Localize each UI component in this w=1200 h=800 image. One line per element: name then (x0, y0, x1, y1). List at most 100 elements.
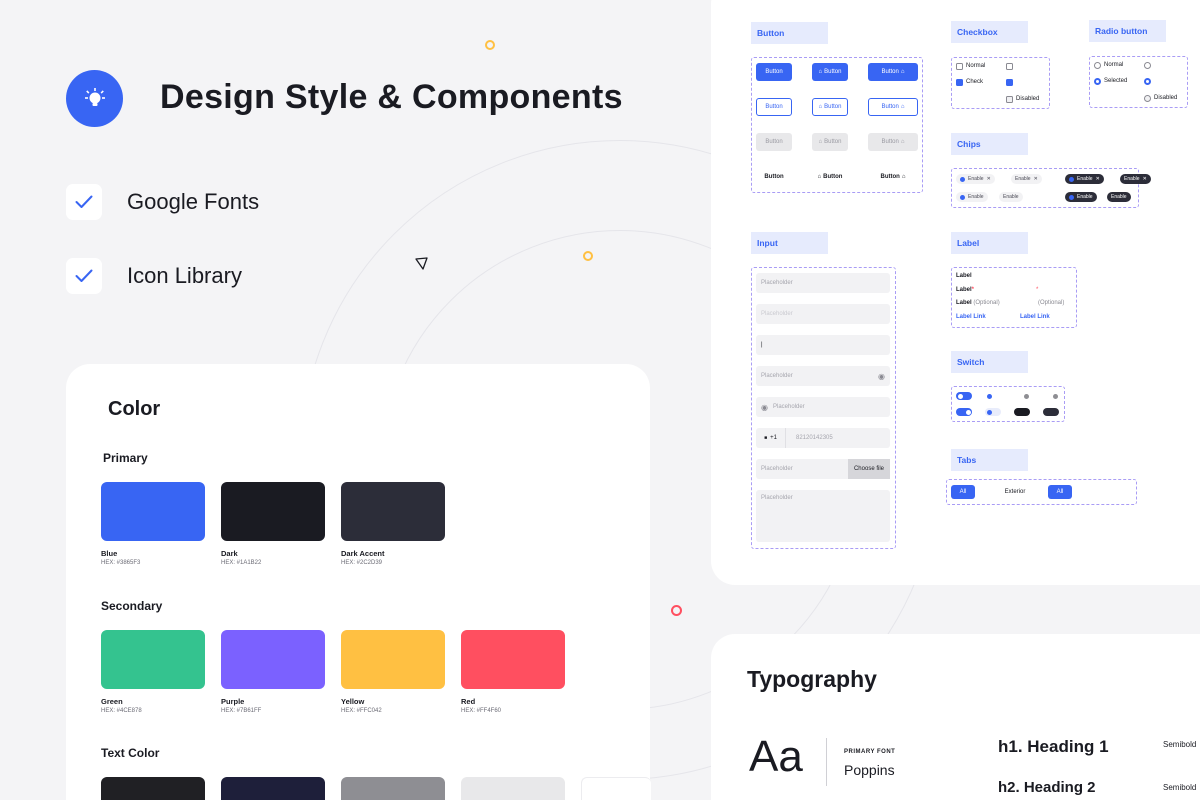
home-icon: ⌂ (900, 104, 905, 110)
button-filled-icon-left[interactable]: ⌂ Button (812, 63, 848, 81)
swatch-text-gray (341, 777, 445, 800)
checkbox-label: Disabled (1016, 96, 1040, 102)
chip-label: Enable (1003, 194, 1019, 200)
home-icon: ⌂ (900, 139, 905, 145)
section-tag-input: Input (751, 232, 828, 254)
chip-dark-dot-close[interactable]: Enable ✕ (1065, 174, 1104, 184)
button-outline[interactable]: Button (756, 98, 792, 116)
swatch-name: Yellow (341, 697, 365, 706)
swatch-hex: HEX: #3865F3 (101, 560, 141, 566)
input-icon-left[interactable]: ◉ Placeholder (756, 397, 890, 417)
tab-exterior[interactable]: Exterior (995, 485, 1035, 499)
check-icon (66, 184, 102, 220)
section-tag-radio: Radio button (1089, 20, 1166, 42)
label-link[interactable]: Label Link (956, 314, 986, 320)
chip-label: Enable (1077, 194, 1093, 200)
tab-all[interactable]: All (1048, 485, 1072, 499)
button-text[interactable]: Button (756, 168, 792, 186)
cursor-triangle-icon (415, 257, 428, 270)
switch-on-light[interactable] (985, 392, 1001, 400)
swatch-yellow (341, 630, 445, 689)
home-icon: ⌂ (817, 174, 822, 180)
switch-dark[interactable] (1043, 408, 1059, 416)
input-password[interactable]: Placeholder ◉ (756, 366, 890, 386)
radio-normal-nolabel[interactable] (1144, 62, 1151, 69)
switch-off-light[interactable] (1014, 392, 1030, 400)
radio-normal[interactable] (1094, 62, 1101, 69)
checkbox-checked-nolabel[interactable] (1006, 79, 1013, 86)
input-phone[interactable]: ■ +1 82120142305 (756, 428, 890, 448)
checkbox-checked[interactable] (956, 79, 963, 86)
heading-1-weight: Semibold (1163, 740, 1197, 749)
close-icon[interactable]: ✕ (1034, 176, 1038, 182)
label-text: Label (956, 287, 972, 293)
input-placeholder-text: Placeholder (761, 466, 793, 472)
button-text-icon-left[interactable]: ⌂ Button (812, 168, 848, 186)
input-placeholder[interactable]: Placeholder (756, 273, 890, 293)
button-outline-icon-right[interactable]: Button ⌂ (868, 98, 918, 116)
switch-on[interactable] (956, 408, 972, 416)
red-ring-decoration (671, 605, 682, 616)
chip-light-close[interactable]: Enable ✕ (1011, 174, 1042, 184)
close-icon[interactable]: ✕ (987, 176, 991, 182)
tab-all[interactable]: All (951, 485, 975, 499)
chip-dot-icon (960, 176, 965, 182)
button-disabled: Button (756, 133, 792, 151)
font-sample: Aa (749, 732, 803, 781)
switch-on-light[interactable] (985, 408, 1001, 416)
checkbox-label: Normal (966, 63, 986, 69)
swatch-name: Green (101, 697, 123, 706)
button-label: Button (824, 104, 842, 110)
radio-label: Selected (1104, 78, 1128, 84)
chip-label: Enable (1124, 176, 1140, 182)
radio-selected[interactable] (1094, 78, 1101, 85)
switch-off[interactable] (1043, 392, 1059, 400)
chip-light[interactable]: Enable (999, 192, 1023, 202)
button-label: Button (823, 174, 843, 180)
eye-icon[interactable]: ◉ (878, 372, 885, 381)
chip-dark-dot[interactable]: Enable (1065, 192, 1097, 202)
radio-selected-nolabel[interactable] (1144, 78, 1151, 85)
country-code-select[interactable]: ■ +1 (756, 428, 786, 448)
chip-light-dot[interactable]: Enable (956, 192, 988, 202)
chip-dark[interactable]: Enable (1107, 192, 1131, 202)
color-card: Color Primary Blue HEX: #3865F3 Dark HEX… (66, 364, 651, 800)
input-placeholder-text: Placeholder (772, 404, 805, 410)
checkbox-normal[interactable] (956, 63, 963, 70)
text-color-label: Text Color (101, 746, 160, 760)
swatch-hex: HEX: #4CE878 (101, 708, 142, 714)
label-link[interactable]: Label Link (1020, 314, 1050, 320)
input-focused[interactable]: | (756, 335, 890, 355)
typography-title: Typography (747, 666, 877, 692)
swatch-green (101, 630, 205, 689)
switch-on[interactable] (956, 392, 972, 400)
flag-icon: ■ (764, 435, 768, 441)
label-text: Label (956, 300, 972, 306)
button-filled[interactable]: Button (756, 63, 792, 81)
lightbulb-icon (84, 87, 105, 106)
button-filled-icon-right[interactable]: Button ⌂ (868, 63, 918, 81)
chip-dark-close[interactable]: Enable ✕ (1120, 174, 1151, 184)
swatch-hex: HEX: #FFC042 (341, 708, 382, 714)
button-label: Button (881, 69, 899, 75)
button-outline-icon-left[interactable]: ⌂ Button (812, 98, 848, 116)
close-icon[interactable]: ✕ (1143, 176, 1147, 182)
button-label: Button (824, 139, 842, 145)
choose-file-button[interactable]: Choose file (847, 459, 890, 479)
checkbox-normal-nolabel[interactable] (1006, 63, 1013, 70)
chip-light-dot-close[interactable]: Enable ✕ (956, 174, 995, 184)
swatch-dark (221, 482, 325, 541)
close-icon[interactable]: ✕ (1096, 176, 1100, 182)
switch-dark[interactable] (1014, 408, 1030, 416)
feature-google-fonts: Google Fonts (66, 184, 259, 220)
primary-font-label: PRIMARY FONT (844, 749, 896, 755)
input-file[interactable]: Placeholder Choose file (756, 459, 890, 479)
color-title: Color (108, 398, 161, 420)
home-icon: ⌂ (900, 69, 905, 75)
button-text-icon-right[interactable]: Button ⌂ (868, 168, 918, 186)
secondary-label: Secondary (101, 599, 163, 613)
primary-label: Primary (103, 451, 148, 465)
textarea[interactable]: Placeholder (756, 490, 890, 542)
label-plain: Label (956, 273, 972, 279)
section-tag-switch: Switch (951, 351, 1028, 373)
